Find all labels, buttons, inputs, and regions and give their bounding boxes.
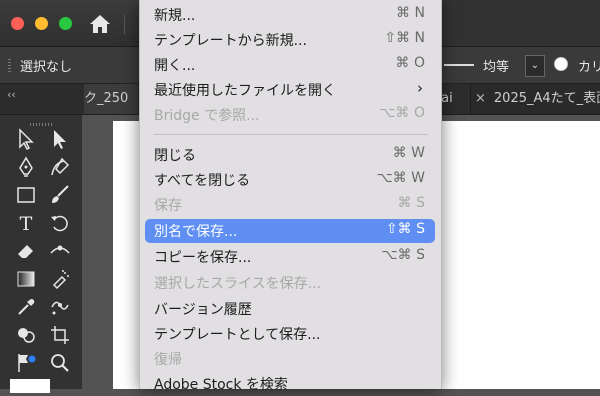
collapse-panels-icon[interactable]: ‹‹ [7,88,16,101]
fill-color-swatch[interactable] [10,379,50,393]
menu-item-revert-label: 復帰 [154,352,182,368]
toolbox-panel: T [0,115,82,389]
menu-item-search-adobe-stock[interactable]: Adobe Stock を検索 [145,372,435,396]
menu-item-version-history[interactable]: バージョン履歴 [145,297,435,321]
maximize-window-button[interactable] [59,17,72,30]
menu-item-save-selected-slices[interactable]: 選択したスライスを保存... [145,271,435,295]
menu-item-close-all-label: すべてを閉じる [154,173,251,189]
svg-text:T: T [20,213,33,235]
menu-item-open-recent-label: 最近使用したファイルを開く [154,83,336,99]
menu-item-save-selected-slices-label: 選択したスライスを保存... [154,276,321,292]
toolbox-grip[interactable] [30,123,52,126]
stroke-profile-preview [444,64,474,66]
menu-item-save-shortcut: ⌘ S [397,195,425,211]
menu-item-save-as[interactable]: 別名で保存... ⇧⌘ S [145,219,435,243]
file-menu: 新規... ⌘ N テンプレートから新規... ⇧⌘ N 開く... ⌘ O 最… [139,0,442,393]
stroke-profile-label: 均等 [483,60,510,75]
menu-item-open-label: 開く... [154,58,196,74]
menu-item-version-history-label: バージョン履歴 [154,302,252,318]
title-bar-right-area [437,0,600,46]
menu-item-new-from-template[interactable]: テンプレートから新規... ⇧⌘ N [145,28,435,52]
document-tab-3-label: 2025_A4たて_表面 [493,91,600,106]
rectangle-tool-icon[interactable] [14,183,38,207]
width-tool-icon[interactable] [48,239,72,263]
menu-item-save-as-shortcut: ⇧⌘ S [385,221,425,237]
menu-item-save-a-copy-shortcut: ⌥⌘ S [381,247,425,263]
stroke-profile-dropdown[interactable]: ⌄ [525,55,545,77]
menu-item-revert[interactable]: 復帰 [145,347,435,371]
document-tab-3[interactable]: × 2025_A4たて_表面 [470,84,600,114]
flag-icon[interactable] [14,351,38,375]
submenu-arrow-icon: › [417,79,423,97]
selection-tool-icon[interactable] [14,127,38,151]
menu-item-save[interactable]: 保存 ⌘ S [145,193,435,217]
selection-status-label: 選択なし [20,60,73,75]
menu-item-open[interactable]: 開く... ⌘ O [145,53,435,77]
menu-item-new-shortcut: ⌘ N [396,5,425,21]
menu-item-save-label: 保存 [154,198,182,214]
menu-item-new-from-template-label: テンプレートから新規... [154,33,307,49]
document-tab-1-label: ク_250 [84,91,129,106]
menu-item-open-shortcut: ⌘ O [395,55,425,71]
paintbrush-tool-icon[interactable] [48,183,72,207]
pen-tool-icon[interactable] [14,155,38,179]
minimize-window-button[interactable] [35,17,48,30]
menu-separator [154,134,428,135]
menu-item-new[interactable]: 新規... ⌘ N [145,3,435,27]
home-icon[interactable] [88,13,112,35]
type-tool-icon[interactable]: T [14,211,38,235]
menu-item-save-as-label: 別名で保存... [154,224,238,240]
symbol-sprayer-tool-icon[interactable] [48,267,72,291]
menu-item-browse-in-bridge-label: Bridge で参照... [154,108,260,124]
gradient-tool-icon[interactable] [14,267,38,291]
eyedropper-tool-icon[interactable] [14,295,38,319]
menu-item-close-label: 閉じる [154,148,196,164]
menu-item-close-all[interactable]: すべてを閉じる ⌥⌘ W [145,168,435,192]
document-tab-1[interactable]: ク_250 [84,84,138,114]
puppet-warp-tool-icon[interactable] [48,295,72,319]
close-tab-icon[interactable]: × [475,91,486,106]
brush-definition-swatch[interactable] [554,57,568,71]
menu-item-browse-in-bridge-shortcut: ⌥⌘ O [379,105,425,121]
toolbar-divider [124,14,125,34]
shape-builder-tool-icon[interactable] [14,323,38,347]
direct-selection-tool-icon[interactable] [48,127,72,151]
menu-item-new-from-template-shortcut: ⇧⌘ N [384,30,425,46]
menu-item-save-as-template-label: テンプレートとして保存... [154,327,321,343]
zoom-tool-icon[interactable] [48,351,72,375]
close-window-button[interactable] [11,17,24,30]
menu-item-new-label: 新規... [154,8,196,24]
menu-item-close[interactable]: 閉じる ⌘ W [145,143,435,167]
eraser-tool-icon[interactable] [14,239,38,263]
menu-item-save-a-copy[interactable]: コピーを保存... ⌥⌘ S [145,245,435,269]
menu-item-search-adobe-stock-label: Adobe Stock を検索 [154,377,288,393]
menu-item-save-a-copy-label: コピーを保存... [154,250,252,266]
artboard-tool-icon[interactable] [48,323,72,347]
menu-item-browse-in-bridge[interactable]: Bridge で参照... ⌥⌘ O [145,103,435,127]
menu-item-save-as-template[interactable]: テンプレートとして保存... [145,322,435,346]
menu-item-close-all-shortcut: ⌥⌘ W [376,170,425,186]
curvature-tool-icon[interactable] [48,155,72,179]
menu-item-open-recent[interactable]: 最近使用したファイルを開く › [145,78,435,102]
menu-item-close-shortcut: ⌘ W [392,145,425,161]
brush-label: カリ [578,60,600,75]
rotate-tool-icon[interactable] [48,211,72,235]
control-bar-grip[interactable] [8,59,11,73]
